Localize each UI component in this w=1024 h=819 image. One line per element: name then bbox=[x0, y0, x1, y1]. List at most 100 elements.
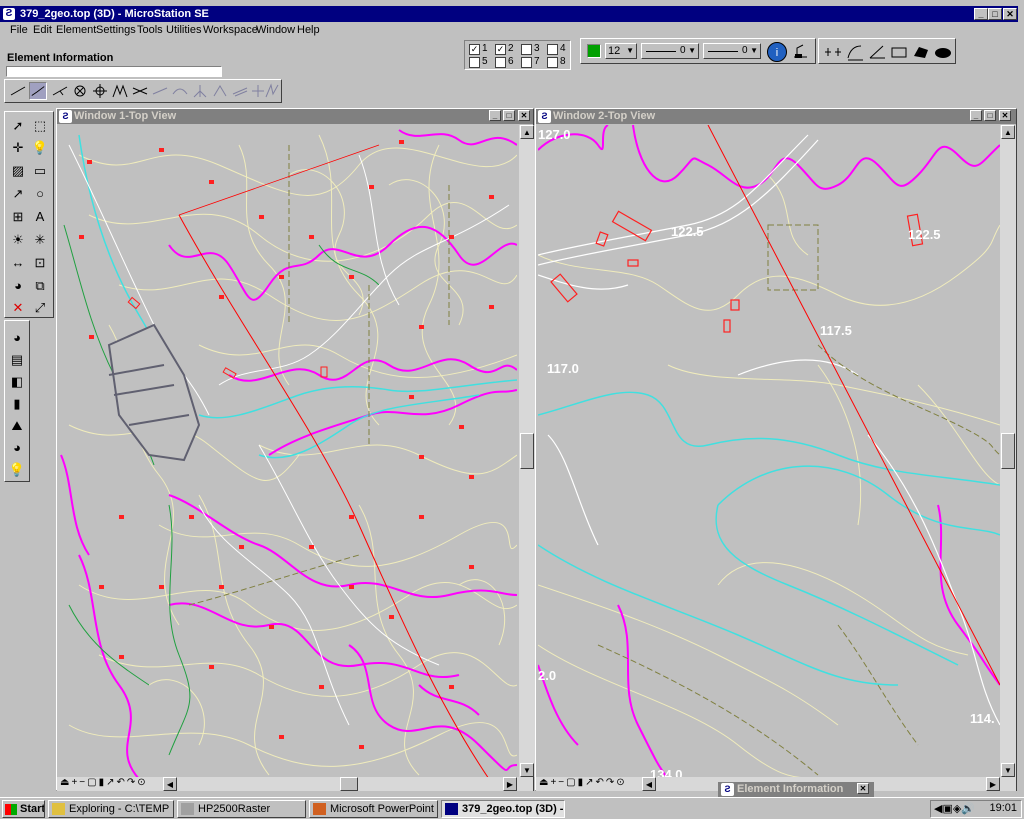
multiline-icon[interactable] bbox=[111, 82, 129, 100]
view-attributes-icon[interactable]: ▤ bbox=[6, 349, 28, 371]
view-1-maximize-icon[interactable]: □ bbox=[503, 110, 515, 121]
start-button[interactable]: Start bbox=[2, 800, 45, 818]
scroll-right-icon[interactable]: ▶ bbox=[986, 777, 1000, 791]
dimension-icon[interactable]: ↔ bbox=[7, 252, 29, 274]
level-dropdown[interactable]: 12 ▼ bbox=[605, 43, 637, 59]
level-symbology-icon[interactable] bbox=[791, 42, 811, 62]
menu-settings[interactable]: Settings bbox=[96, 24, 136, 36]
cross-lines-icon[interactable] bbox=[131, 82, 149, 100]
text-icon[interactable]: A bbox=[29, 206, 51, 228]
menu-edit[interactable]: Edit bbox=[33, 24, 52, 36]
scroll-right-icon[interactable]: ▶ bbox=[503, 777, 517, 791]
arc-tool-icon[interactable] bbox=[845, 42, 865, 62]
light-source-icon[interactable]: 💡 bbox=[6, 459, 28, 481]
menu-workspace[interactable]: Workspace bbox=[203, 24, 258, 36]
bars-icon[interactable]: ▮ bbox=[6, 393, 28, 415]
disabled-tool-5-icon[interactable] bbox=[231, 82, 249, 100]
crosshair-icon[interactable]: ✛ bbox=[7, 137, 29, 159]
scroll-down-icon[interactable]: ▼ bbox=[1001, 763, 1015, 777]
disabled-tool-4-icon[interactable] bbox=[211, 82, 229, 100]
disabled-tool-3-icon[interactable] bbox=[191, 82, 209, 100]
bulb-icon[interactable]: ☀ bbox=[7, 229, 29, 251]
close-icon[interactable]: ✕ bbox=[1003, 8, 1017, 20]
level-6-checkbox[interactable]: 6 bbox=[495, 56, 521, 69]
scroll-up-icon[interactable]: ▲ bbox=[1001, 125, 1015, 139]
level-4-checkbox[interactable]: 4 bbox=[547, 43, 573, 56]
tray-icons[interactable]: ◀▣◈🔊 bbox=[934, 802, 975, 815]
element-info-floating-panel[interactable]: Ƨ Element Information ✕ bbox=[718, 782, 874, 797]
rectangle-tool-icon[interactable] bbox=[889, 42, 909, 62]
level-8-checkbox[interactable]: 8 bbox=[547, 56, 573, 69]
terrain-icon[interactable]: ⛰ bbox=[6, 415, 28, 437]
move-icon[interactable]: ⧉ bbox=[29, 275, 51, 297]
angle-tool-icon[interactable] bbox=[867, 42, 887, 62]
view-2-close-icon[interactable]: ✕ bbox=[999, 110, 1011, 121]
disabled-tool-2-icon[interactable] bbox=[171, 82, 189, 100]
task-hp2500raster[interactable]: HP2500Raster bbox=[177, 800, 306, 818]
light-bulb-icon[interactable]: 💡 bbox=[29, 137, 51, 159]
palette-icon[interactable]: ◕ bbox=[7, 275, 29, 297]
view-1-minimize-icon[interactable]: _ bbox=[489, 110, 501, 121]
measure-icon[interactable]: ⊡ bbox=[29, 252, 51, 274]
delete-icon[interactable]: ✕ bbox=[7, 297, 29, 319]
circle-icon[interactable]: ○ bbox=[29, 183, 51, 205]
element-info-field[interactable] bbox=[6, 66, 222, 77]
select-box-icon[interactable]: ⬚ bbox=[29, 115, 51, 137]
level-2-checkbox[interactable]: ✓ 2 bbox=[495, 43, 521, 56]
cloud-shape-icon[interactable] bbox=[933, 42, 953, 62]
view-control-icons[interactable]: ⏏+−▢▮↗↶↷⊙ bbox=[60, 777, 148, 788]
task-powerpoint[interactable]: Microsoft PowerPoint - [err... bbox=[309, 800, 438, 818]
task-microstation[interactable]: 379_2geo.top (3D) - ... bbox=[441, 800, 565, 818]
rectangle-icon[interactable]: ▭ bbox=[29, 160, 51, 182]
view-1-hscroll-thumb[interactable] bbox=[340, 777, 358, 791]
disabled-tool-7-icon[interactable] bbox=[263, 82, 281, 100]
level-3-checkbox[interactable]: 3 bbox=[521, 43, 547, 56]
star-icon[interactable]: ✳ bbox=[29, 229, 51, 251]
task-exploring[interactable]: Exploring - C:\TEMP bbox=[48, 800, 174, 818]
cell-icon[interactable]: ⊞ bbox=[7, 206, 29, 228]
scroll-left-icon[interactable]: ◀ bbox=[642, 777, 656, 791]
clock[interactable]: 19:01 bbox=[989, 802, 1017, 814]
view-2-vscroll-thumb[interactable] bbox=[1001, 433, 1015, 469]
menu-utilities[interactable]: Utilities bbox=[166, 24, 201, 36]
copy-element-icon[interactable] bbox=[823, 42, 843, 62]
line-active-tool-icon[interactable] bbox=[29, 82, 47, 100]
menu-window[interactable]: Window bbox=[256, 24, 295, 36]
level-1-checkbox[interactable]: ✓ 1 bbox=[469, 43, 495, 56]
view-1-drawing-canvas[interactable] bbox=[59, 125, 517, 779]
view-1-vertical-scrollbar[interactable]: ▲ ▼ bbox=[519, 125, 535, 777]
menu-element[interactable]: Element bbox=[56, 24, 96, 36]
menu-file[interactable]: File bbox=[10, 24, 28, 36]
view-2-drawing-canvas[interactable]: 127.0 122.5 122.5 117.5 117.0 2.0 114. 1… bbox=[538, 125, 1000, 779]
view-2-maximize-icon[interactable]: □ bbox=[984, 110, 996, 121]
hatch-icon[interactable]: ▨ bbox=[7, 160, 29, 182]
view-2-minimize-icon[interactable]: _ bbox=[970, 110, 982, 121]
info-circle-icon[interactable]: i bbox=[767, 42, 787, 62]
render-light-icon[interactable]: ◕ bbox=[6, 437, 28, 459]
scroll-left-icon[interactable]: ◀ bbox=[163, 777, 177, 791]
menu-tools[interactable]: Tools bbox=[137, 24, 163, 36]
menu-help[interactable]: Help bbox=[297, 24, 320, 36]
floating-panel-close-icon[interactable]: ✕ bbox=[857, 783, 869, 794]
scale-icon[interactable]: ⤢ bbox=[29, 297, 51, 319]
gear-snap-icon[interactable] bbox=[91, 82, 109, 100]
circle-x-icon[interactable] bbox=[71, 82, 89, 100]
minimize-icon[interactable]: _ bbox=[974, 8, 988, 20]
view-1-close-icon[interactable]: ✕ bbox=[518, 110, 530, 121]
view-control-icons[interactable]: ⏏+−▢▮↗↶↷⊙ bbox=[539, 777, 627, 788]
maximize-icon[interactable]: □ bbox=[988, 8, 1002, 20]
level-7-checkbox[interactable]: 7 bbox=[521, 56, 547, 69]
line-weight-dropdown[interactable]: 0 ▼ bbox=[703, 43, 761, 59]
shade-icon[interactable]: ◧ bbox=[6, 371, 28, 393]
active-color-swatch[interactable] bbox=[587, 44, 601, 58]
line-style-dropdown[interactable]: 0 ▼ bbox=[641, 43, 699, 59]
pointer-icon[interactable]: ➚ bbox=[7, 115, 29, 137]
line-angle-icon[interactable] bbox=[51, 82, 69, 100]
disabled-tool-1-icon[interactable] bbox=[151, 82, 169, 100]
view-1-horizontal-scrollbar[interactable]: ⏏+−▢▮↗↶↷⊙ ◀ ▶ bbox=[57, 777, 533, 791]
fill-shape-icon[interactable] bbox=[911, 42, 931, 62]
line-tool-icon[interactable] bbox=[9, 82, 27, 100]
scroll-down-icon[interactable]: ▼ bbox=[520, 763, 534, 777]
view-1-vscroll-thumb[interactable] bbox=[520, 433, 534, 469]
render-icon[interactable]: ◕ bbox=[6, 327, 28, 349]
